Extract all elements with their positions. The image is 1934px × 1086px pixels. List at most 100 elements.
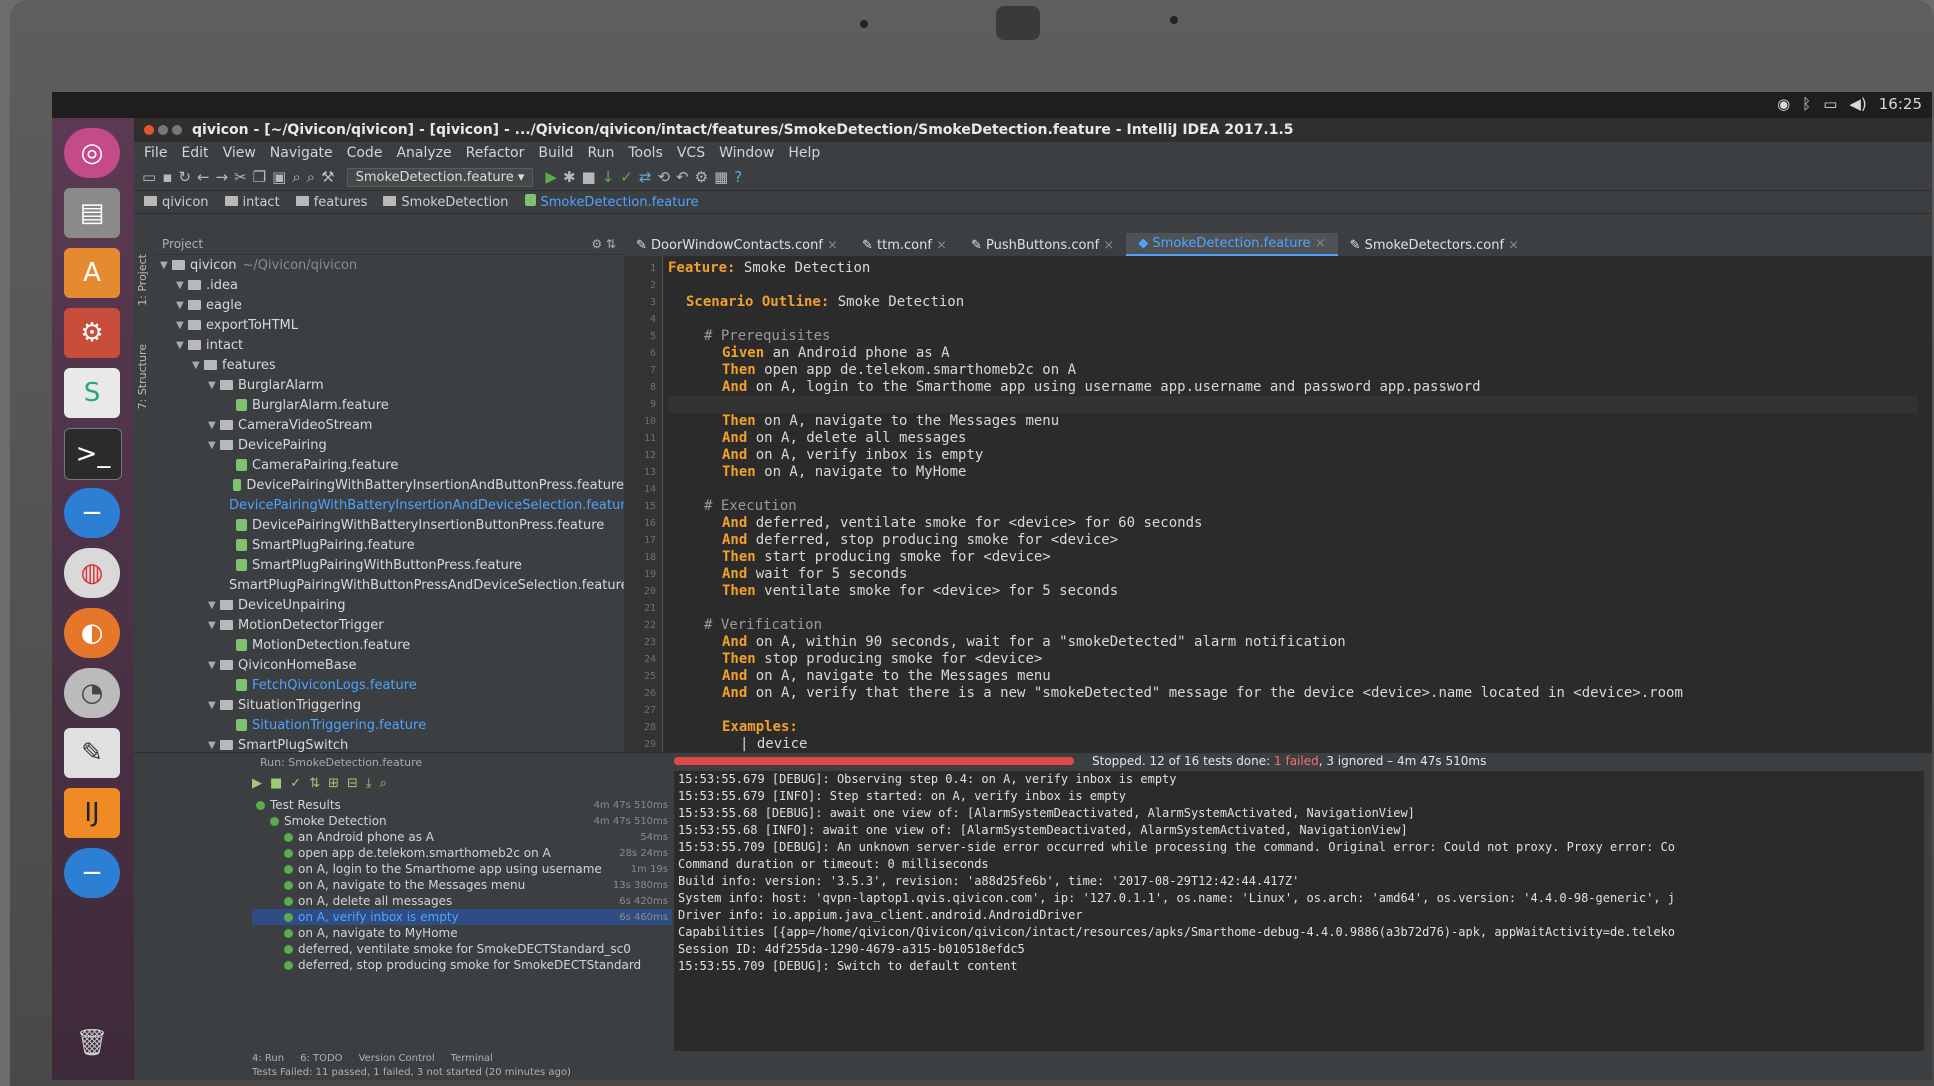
expand-arrow-icon[interactable]: ▼ [208,740,220,751]
terminal-icon[interactable]: >_ [64,428,122,480]
code-line[interactable]: Then stop producing smoke for <device> [722,651,1042,668]
editor-tab[interactable]: ◆ SmokeDetection.feature × [1126,233,1338,256]
tree-item[interactable]: ▼ intact [154,335,624,355]
tree-item[interactable]: ▼ SituationTriggering [154,695,624,715]
menu-build[interactable]: Build [538,145,573,161]
test-node[interactable]: on A, verify inbox is empty 6s 460ms [252,909,672,925]
expand-arrow-icon[interactable]: ▼ [208,440,220,451]
expand-arrow-icon[interactable]: ▼ [208,620,220,631]
intellij-icon[interactable]: IJ [64,788,120,838]
menu-vcs[interactable]: VCS [677,145,705,161]
expand-arrow-icon[interactable]: ▼ [208,700,220,711]
history-icon[interactable]: ⟲ [657,168,670,186]
disk-icon[interactable]: ◔ [64,668,120,718]
menu-refactor[interactable]: Refactor [466,145,525,161]
stop-icon[interactable]: ■ [582,168,596,186]
debug-icon[interactable]: ✱ [563,168,576,186]
code-area[interactable]: Feature: Smoke Detection Scenario Outline… [668,256,1918,803]
tree-item[interactable]: ▼ QiviconHomeBase [154,655,624,675]
tree-item[interactable]: CameraPairing.feature [154,455,624,475]
vcs-compare-icon[interactable]: ⇄ [639,168,652,186]
expand-arrow-icon[interactable]: ▼ [192,360,204,371]
sort-icon[interactable]: ⇅ [309,776,320,791]
test-node[interactable]: Test Results 4m 47s 510ms [252,797,672,813]
menu-code[interactable]: Code [347,145,383,161]
forward-icon[interactable]: → [216,168,229,186]
code-line[interactable]: # Prerequisites [704,328,830,345]
tree-item[interactable]: ▼ CameraVideoStream [154,415,624,435]
breadcrumb-item[interactable]: SmokeDetection [383,195,509,210]
tab-version-control[interactable]: Version Control [359,1053,435,1067]
vcs-commit-icon[interactable]: ✓ [620,168,633,186]
tree-item[interactable]: DevicePairingWithBatteryInsertionAndButt… [154,475,624,495]
code-line[interactable]: Given an Android phone as A [722,345,950,362]
ubuntu-logo-icon[interactable]: ◎ [64,128,120,178]
code-line[interactable]: Then on A, navigate to MyHome [722,464,966,481]
export-icon[interactable]: ⤓ [366,776,372,791]
panel-settings-icon[interactable]: ⚙ ⇅ [591,237,624,251]
expand-arrow-icon[interactable]: ▼ [176,320,188,331]
code-line[interactable]: And wait for 5 seconds [722,566,907,583]
test-node[interactable]: on A, navigate to the Messages menu 13s 3… [252,877,672,893]
tree-item[interactable]: MotionDetection.feature [154,635,624,655]
open-folder-icon[interactable]: ▭ [142,168,156,186]
tree-item[interactable]: ▼ eagle [154,295,624,315]
revert-icon[interactable]: ↶ [676,168,689,186]
menu-view[interactable]: View [223,145,256,161]
run-configuration-select[interactable]: SmokeDetection.feature ▾ [346,167,534,187]
code-line[interactable]: And on A, verify inbox is empty [722,447,983,464]
tree-item[interactable]: FetchQiviconLogs.feature [154,675,624,695]
breadcrumb-item[interactable]: qivicon [144,195,209,210]
expand-arrow-icon[interactable]: ▼ [208,600,220,611]
code-line[interactable]: Then open app de.telekom.smarthomeb2c on… [722,362,1076,379]
run-icon[interactable]: ▶ [545,168,557,186]
editor-tab[interactable]: ✎ PushButtons.conf × [959,235,1126,256]
code-line[interactable]: Then ventilate smoke for <device> for 5 … [722,583,1118,600]
expand-all-icon[interactable]: ⊞ [328,776,339,791]
chrome-icon[interactable]: ◍ [64,548,120,598]
back-icon[interactable]: ← [197,168,210,186]
code-line[interactable]: Then start producing smoke for <device> [722,549,1051,566]
close-tab-icon[interactable]: × [1311,236,1326,251]
code-line[interactable]: And on A, within 90 seconds, wait for a … [722,634,1346,651]
tab-terminal[interactable]: Terminal [451,1053,493,1067]
close-tab-icon[interactable]: × [1504,238,1519,253]
clock[interactable]: 16:25 [1879,95,1922,113]
tree-item[interactable]: ▼ .idea [154,275,624,295]
expand-arrow-icon[interactable]: ▼ [176,300,188,311]
expand-arrow-icon[interactable]: ▼ [208,420,220,431]
files-icon[interactable]: ▤ [64,188,120,238]
build-icon[interactable]: ⚒ [321,168,334,186]
code-line[interactable]: # Execution [704,498,797,515]
expand-arrow-icon[interactable]: ▼ [208,660,220,671]
battery-icon[interactable]: ▭ [1823,95,1837,113]
tab-run[interactable]: 4: Run [252,1053,284,1067]
network-icon[interactable]: − [64,488,120,538]
cut-icon[interactable]: ✂ [234,168,247,186]
minimize-icon[interactable] [158,125,168,135]
settings-icon[interactable]: ⚙ [695,168,708,186]
replace-icon[interactable]: ⌕ [307,168,315,186]
tree-item[interactable]: DevicePairingWithBatteryInsertionAndDevi… [154,495,624,515]
test-node[interactable]: an Android phone as A 54ms [252,829,672,845]
breadcrumb-item[interactable]: SmokeDetection.feature [524,194,699,210]
close-tab-icon[interactable]: × [823,238,838,253]
menu-edit[interactable]: Edit [181,145,208,161]
editor-tab[interactable]: ✎ SmokeDetectors.conf × [1338,235,1531,256]
vcs-update-icon[interactable]: ↓ [602,168,615,186]
search-icon[interactable]: ⌕ [380,776,387,791]
save-icon[interactable]: ▪ [162,168,172,186]
tree-item[interactable]: SmartPlugPairingWithButtonPress.feature [154,555,624,575]
code-line[interactable]: And on A, verify that there is a new "sm… [722,685,1683,702]
test-node[interactable]: on A, navigate to MyHome [252,925,672,941]
code-line[interactable]: | device [740,736,807,753]
tab-todo[interactable]: 6: TODO [300,1053,342,1067]
breadcrumb-item[interactable]: features [295,195,367,210]
menu-help[interactable]: Help [788,145,820,161]
tab-structure[interactable]: 7: Structure [136,344,149,409]
close-tab-icon[interactable]: × [1099,238,1114,253]
code-line[interactable]: And on A, navigate to the Messages menu [722,668,1051,685]
tree-item[interactable]: SituationTriggering.feature [154,715,624,735]
tree-item[interactable]: ▼ BurglarAlarm [154,375,624,395]
wifi-icon[interactable]: ◉ [1777,95,1790,113]
